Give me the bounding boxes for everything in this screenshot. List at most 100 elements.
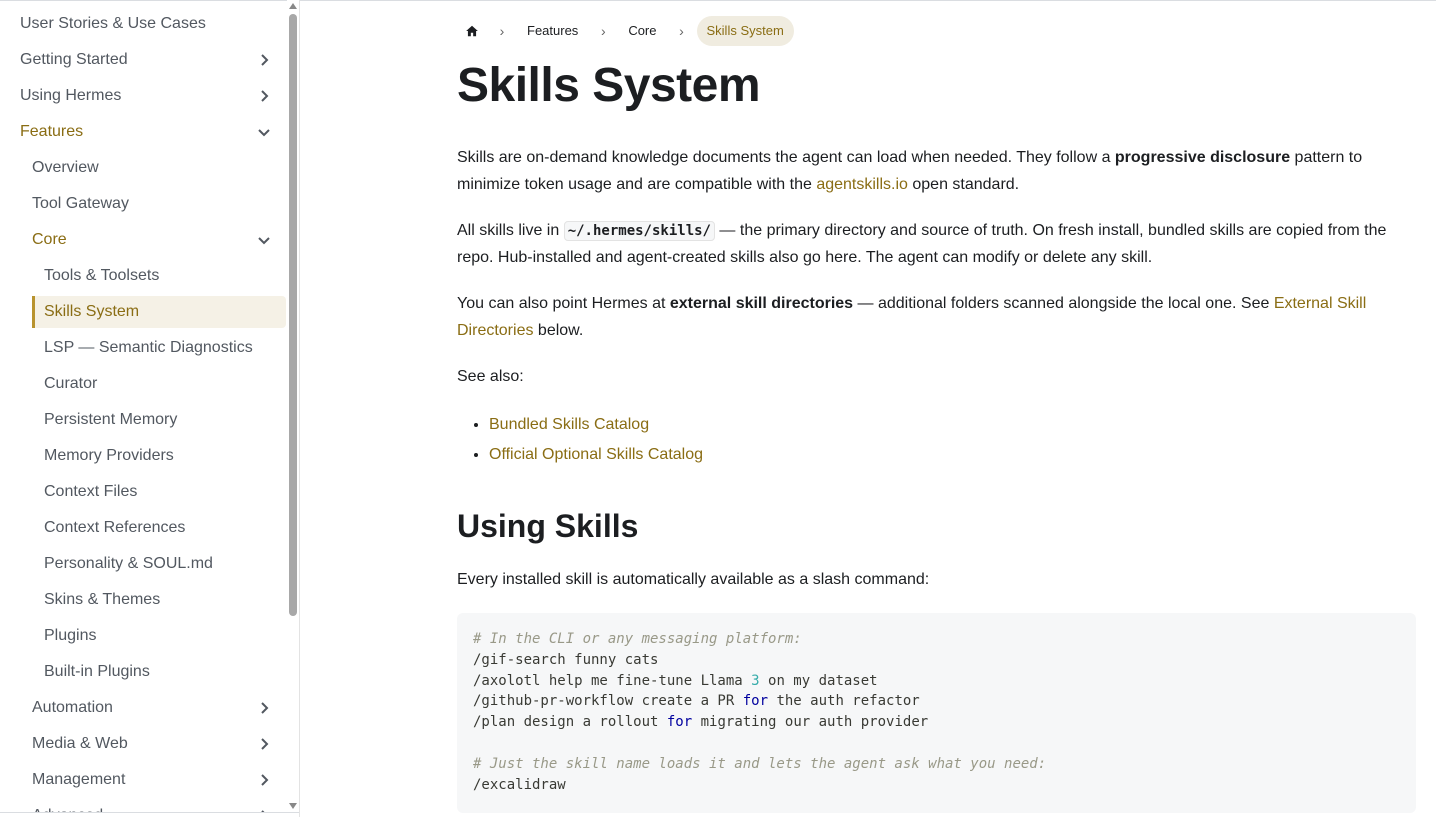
text: You can also point Hermes at bbox=[457, 295, 670, 312]
inline-code: ~/.hermes/skills/ bbox=[563, 221, 715, 241]
sidebar-item-label: Core bbox=[32, 231, 67, 248]
code-number: 3 bbox=[751, 672, 760, 689]
sidebar-item-features[interactable]: Features bbox=[8, 116, 286, 148]
sidebar-item-context-references[interactable]: Context References bbox=[32, 512, 286, 544]
chevron-right-icon: › bbox=[679, 23, 684, 39]
sidebar-item-memory-providers[interactable]: Memory Providers bbox=[32, 440, 286, 472]
sidebar-item-curator[interactable]: Curator bbox=[32, 368, 286, 400]
sidebar-item-label: Memory Providers bbox=[44, 447, 174, 464]
sidebar-item-tool-gateway[interactable]: Tool Gateway bbox=[20, 188, 286, 220]
chevron-right-icon: › bbox=[499, 23, 505, 39]
scroll-down-arrow-icon[interactable] bbox=[289, 803, 297, 809]
sidebar-item-getting-started[interactable]: Getting Started bbox=[8, 44, 286, 76]
external-dirs-paragraph: You can also point Hermes at external sk… bbox=[457, 291, 1417, 344]
text: Skills are on-demand knowledge documents… bbox=[457, 149, 1115, 166]
chevron-right-icon: › bbox=[600, 23, 606, 39]
chevron-right-icon[interactable] bbox=[254, 44, 274, 76]
sidebar-item-label: Curator bbox=[44, 375, 98, 392]
code-line: /excalidraw bbox=[473, 776, 566, 793]
scroll-up-arrow-icon[interactable] bbox=[289, 3, 297, 9]
bold-text: progressive disclosure bbox=[1114, 149, 1291, 166]
sidebar-item-label: User Stories & Use Cases bbox=[20, 15, 206, 32]
text: open standard. bbox=[907, 175, 1020, 193]
sidebar-item-label: Skins & Themes bbox=[44, 591, 161, 608]
section-heading-using-skills: Using Skills bbox=[457, 508, 639, 544]
code-line: /gif-search funny cats bbox=[473, 651, 659, 668]
sidebar-item-lsp-semantic-diagnostics[interactable]: LSP — Semantic Diagnostics bbox=[32, 332, 286, 364]
sidebar: User Stories & Use Cases Getting Started U… bbox=[0, 0, 300, 817]
code-line: /plan design a rollout bbox=[473, 714, 667, 731]
sidebar-item-label: Features bbox=[20, 123, 84, 140]
sidebar-item-label: Personality & SOUL.md bbox=[44, 555, 213, 572]
chevron-right-icon[interactable] bbox=[254, 764, 274, 796]
sidebar-item-skins-themes[interactable]: Skins & Themes bbox=[32, 584, 286, 616]
sidebar-item-label: Plugins bbox=[44, 627, 97, 644]
sidebar-scroll-thumb[interactable] bbox=[289, 14, 297, 616]
sidebar-item-label: Tool Gateway bbox=[32, 195, 129, 212]
code-comment: # Just the skill name loads it and lets … bbox=[473, 755, 1047, 772]
see-also-list: Bundled Skills Catalog Official Optional… bbox=[469, 410, 703, 470]
official-optional-skills-catalog-link[interactable]: Official Optional Skills Catalog bbox=[489, 446, 703, 463]
chevron-right-icon[interactable] bbox=[254, 692, 274, 724]
skills-location-paragraph: All skills live in ~/.hermes/skills/ — t… bbox=[457, 218, 1417, 271]
see-also-text: See also: bbox=[457, 368, 524, 385]
chevron-down-icon[interactable] bbox=[254, 116, 274, 148]
sidebar-item-using-hermes[interactable]: Using Hermes bbox=[8, 80, 286, 112]
sidebar-item-plugins[interactable]: Plugins bbox=[32, 620, 286, 652]
sidebar-item-label: Context Files bbox=[44, 483, 138, 500]
code-line: /axolotl help me fine-tune Llama bbox=[473, 672, 752, 689]
sidebar-bottom-border bbox=[0, 812, 299, 817]
chevron-down-icon[interactable] bbox=[254, 224, 274, 256]
agentskills-link[interactable]: agentskills.io bbox=[816, 176, 908, 193]
chevron-right-icon[interactable] bbox=[254, 728, 274, 760]
code-keyword: for bbox=[666, 714, 693, 731]
sidebar-item-skills-system[interactable]: Skills System bbox=[32, 296, 286, 328]
text: — additional folders scanned alongside t… bbox=[853, 295, 1274, 312]
sidebar-item-label: Persistent Memory bbox=[44, 411, 178, 428]
text: below. bbox=[533, 321, 584, 339]
sidebar-item-built-in-plugins[interactable]: Built-in Plugins bbox=[32, 656, 286, 688]
code-keyword: for bbox=[742, 693, 769, 710]
bold-text: external skill directories bbox=[669, 295, 854, 312]
sidebar-item-label: Built-in Plugins bbox=[44, 663, 150, 680]
code-line: on my dataset bbox=[759, 672, 878, 689]
sidebar-item-persistent-memory[interactable]: Persistent Memory bbox=[32, 404, 286, 436]
sidebar-item-label: Automation bbox=[32, 699, 113, 716]
list-item: Official Optional Skills Catalog bbox=[489, 440, 703, 470]
sidebar-item-label: LSP — Semantic Diagnostics bbox=[44, 339, 253, 356]
main-content: › Features › Core › Skills System Skills… bbox=[457, 0, 1417, 817]
sidebar-item-label: Overview bbox=[32, 159, 99, 176]
sidebar-item-label: Management bbox=[32, 771, 126, 788]
code-line: the auth refactor bbox=[768, 693, 920, 710]
sidebar-item-user-stories-use-cases[interactable]: User Stories & Use Cases bbox=[8, 8, 286, 40]
page-title: Skills System bbox=[457, 59, 761, 112]
code-line: migrating our auth provider bbox=[692, 714, 929, 731]
slash-command-paragraph: Every installed skill is automatically a… bbox=[457, 571, 930, 588]
home-icon[interactable] bbox=[457, 16, 487, 46]
chevron-right-icon[interactable] bbox=[254, 80, 274, 112]
sidebar-item-management[interactable]: Management bbox=[20, 764, 286, 796]
sidebar-item-label: Media & Web bbox=[32, 735, 128, 752]
sidebar-item-tools-toolsets[interactable]: Tools & Toolsets bbox=[32, 260, 286, 292]
sidebar-item-label: Using Hermes bbox=[20, 87, 122, 104]
text: All skills live in bbox=[457, 222, 564, 239]
breadcrumb: › Features › Core › Skills System bbox=[457, 16, 794, 46]
breadcrumb-features[interactable]: Features bbox=[517, 16, 588, 46]
sidebar-item-label: Tools & Toolsets bbox=[44, 267, 160, 284]
sidebar-item-label: Context References bbox=[44, 519, 186, 536]
intro-paragraph: Skills are on-demand knowledge documents… bbox=[457, 145, 1417, 198]
code-block[interactable]: # In the CLI or any messaging platform: … bbox=[457, 613, 1416, 813]
breadcrumb-core[interactable]: Core bbox=[618, 16, 666, 46]
sidebar-item-media-web[interactable]: Media & Web bbox=[20, 728, 286, 760]
code-comment: # In the CLI or any messaging platform: bbox=[473, 631, 802, 647]
sidebar-item-core[interactable]: Core bbox=[20, 224, 286, 256]
list-item: Bundled Skills Catalog bbox=[489, 410, 703, 440]
sidebar-item-context-files[interactable]: Context Files bbox=[32, 476, 286, 508]
code-line: /github-pr-workflow create a PR bbox=[473, 693, 743, 710]
sidebar-item-label: Getting Started bbox=[20, 51, 128, 68]
sidebar-item-automation[interactable]: Automation bbox=[20, 692, 286, 724]
sidebar-item-overview[interactable]: Overview bbox=[20, 152, 286, 184]
sidebar-item-personality-soul-md[interactable]: Personality & SOUL.md bbox=[32, 548, 286, 580]
sidebar-item-label: Skills System bbox=[44, 303, 140, 320]
bundled-skills-catalog-link[interactable]: Bundled Skills Catalog bbox=[489, 416, 649, 433]
